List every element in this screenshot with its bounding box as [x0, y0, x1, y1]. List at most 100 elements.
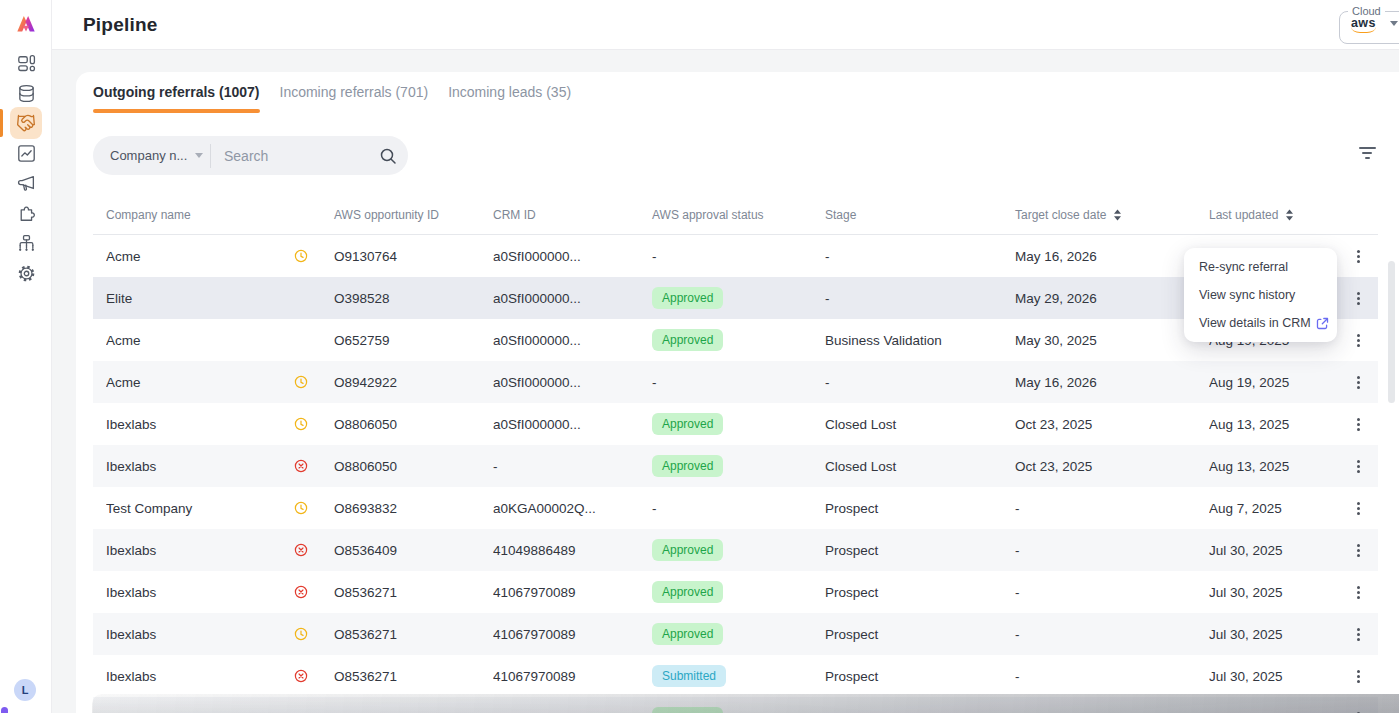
cell-target-close: Oct 23, 2025 [1015, 459, 1209, 474]
table-row[interactable]: IbexlabsO853627141067970089ApprovedProsp… [93, 613, 1378, 655]
cell-sync-icon [294, 627, 334, 641]
approval-empty: - [652, 375, 657, 390]
row-actions-button[interactable] [1354, 289, 1363, 308]
cell-sync-icon [294, 585, 334, 599]
top-header: Pipeline Cloud aws [52, 0, 1399, 50]
cell-last-updated: Jul 30, 2025 [1209, 543, 1338, 558]
sidebar-item-sitemap[interactable] [0, 228, 52, 258]
cell-sync-icon [294, 543, 334, 557]
table-row[interactable]: IbexlabsO853627141067970089ApprovedProsp… [93, 571, 1378, 613]
pending-sync-icon [294, 501, 334, 515]
cell-crm-id: a0SfI000000... [493, 291, 652, 306]
aws-logo: aws [1351, 16, 1376, 30]
search-input[interactable] [211, 148, 379, 164]
cell-opp-id: O9130764 [334, 249, 493, 264]
cell-company: Ibexlabs [106, 585, 294, 600]
cell-target-close: - [1015, 669, 1209, 684]
cell-target-close: May 30, 2025 [1015, 333, 1209, 348]
menu-item-label: View details in CRM [1199, 316, 1311, 330]
cell-company: Acme [106, 375, 294, 390]
approval-empty: - [652, 501, 657, 516]
menu-item-view-details-in-crm[interactable]: View details in CRM [1184, 309, 1337, 337]
row-actions-button[interactable] [1354, 415, 1363, 434]
main-content: Outgoing referrals (1007) Incoming referr… [52, 50, 1399, 713]
column-header-last-updated[interactable]: Last updated [1209, 208, 1338, 222]
approval-empty: - [652, 249, 657, 264]
table-row[interactable]: IbexlabsO8806050-ApprovedClosed LostOct … [93, 445, 1378, 487]
pending-sync-icon [294, 627, 334, 641]
sidebar-item-megaphone[interactable] [0, 168, 52, 198]
cell-company: Acme [106, 333, 294, 348]
column-header-opp-id[interactable]: AWS opportunity ID [334, 208, 493, 222]
row-actions-button[interactable] [1354, 331, 1363, 350]
search-field-selector[interactable]: Company n... [93, 148, 210, 163]
user-avatar[interactable]: L [14, 679, 36, 701]
cell-company: Ibexlabs [106, 417, 294, 432]
column-header-stage[interactable]: Stage [825, 208, 1015, 222]
row-actions-button[interactable] [1354, 541, 1363, 560]
status-badge: Approved [652, 539, 723, 561]
cell-sync-icon [294, 249, 334, 263]
table-row[interactable]: Test CompanyO8693832a0KGA00002Q...-Prosp… [93, 487, 1378, 529]
cell-opp-id: O8942922 [334, 375, 493, 390]
column-header-approval[interactable]: AWS approval status [652, 208, 825, 222]
sidebar-item-settings[interactable] [0, 258, 52, 288]
row-actions-button[interactable] [1354, 625, 1363, 644]
cell-opp-id: O398528 [334, 291, 493, 306]
search-bar: Company n... [93, 136, 408, 175]
pending-sync-icon [294, 249, 334, 263]
cell-crm-id: - [493, 459, 652, 474]
row-actions-button[interactable] [1354, 373, 1363, 392]
menu-item-re-sync-referral[interactable]: Re-sync referral [1184, 253, 1337, 281]
cell-approval: Approved [652, 455, 825, 477]
sidebar-item-apps[interactable] [0, 48, 52, 78]
chevron-down-icon [195, 153, 203, 158]
column-header-crm-id[interactable]: CRM ID [493, 208, 652, 222]
cloud-selector[interactable]: Cloud aws [1339, 5, 1399, 44]
column-header-target-close[interactable]: Target close date [1015, 208, 1209, 222]
cell-last-updated: Aug 19, 2025 [1209, 375, 1338, 390]
filter-row: Company n... [93, 136, 1378, 175]
sort-icon[interactable] [1285, 209, 1294, 221]
tab-2[interactable]: Incoming leads (35) [448, 84, 571, 113]
cell-last-updated: Aug 7, 2025 [1209, 501, 1338, 516]
apps-icon [17, 54, 36, 73]
cell-stage: - [825, 249, 1015, 264]
column-header-company[interactable]: Company name [106, 208, 294, 222]
cell-opp-id: O8536271 [334, 669, 493, 684]
table-row[interactable]: IbexlabsO8806050a0SfI000000...ApprovedCl… [93, 403, 1378, 445]
row-actions-button[interactable] [1354, 247, 1363, 266]
status-badge: Approved [652, 581, 723, 603]
cell-stage: Prospect [825, 585, 1015, 600]
menu-item-view-sync-history[interactable]: View sync history [1184, 281, 1337, 309]
table-header: Company name AWS opportunity ID CRM ID A… [93, 195, 1378, 235]
status-badge: Approved [652, 287, 723, 309]
sidebar-item-puzzle[interactable] [0, 198, 52, 228]
table-scrollbar[interactable] [1388, 261, 1395, 403]
cell-opp-id: O8536409 [334, 543, 493, 558]
app-logo[interactable] [13, 11, 39, 37]
sidebar-item-handshake[interactable] [0, 108, 52, 138]
filter-icon[interactable] [1358, 147, 1376, 163]
status-badge: Approved [652, 413, 723, 435]
cell-opp-id: O8693832 [334, 501, 493, 516]
sidebar-item-chart[interactable] [0, 138, 52, 168]
cell-sync-icon [294, 417, 334, 431]
search-field-value: Company n... [110, 148, 187, 163]
table-row[interactable]: IbexlabsO853640941049886489ApprovedProsp… [93, 529, 1378, 571]
row-actions-button[interactable] [1354, 583, 1363, 602]
cell-target-close: - [1015, 543, 1209, 558]
tab-0[interactable]: Outgoing referrals (1007) [93, 84, 260, 113]
cell-stage: Prospect [825, 501, 1015, 516]
sort-icon[interactable] [1113, 209, 1122, 221]
cell-stage: Prospect [825, 627, 1015, 642]
row-actions-button[interactable] [1354, 667, 1363, 686]
row-actions-button[interactable] [1354, 499, 1363, 518]
tab-1[interactable]: Incoming referrals (701) [280, 84, 429, 113]
table-row[interactable]: AcmeO8942922a0SfI000000...--May 16, 2026… [93, 361, 1378, 403]
cell-last-updated: Jul 30, 2025 [1209, 669, 1338, 684]
sync-error-icon [294, 585, 334, 599]
row-actions-button[interactable] [1354, 457, 1363, 476]
sidebar-item-database[interactable] [0, 78, 52, 108]
table-row[interactable]: IbexlabsO853627141067970089SubmittedPros… [93, 655, 1378, 697]
